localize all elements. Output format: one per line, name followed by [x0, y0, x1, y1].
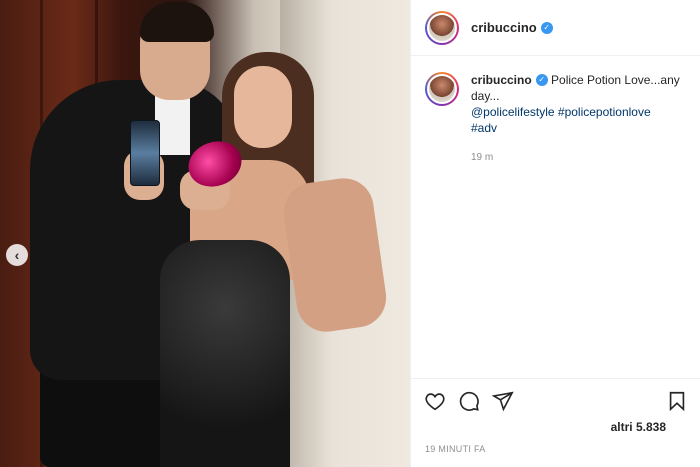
verified-badge-icon: ✓: [535, 73, 548, 86]
comment-icon[interactable]: [457, 389, 481, 413]
caption-text: cribuccino ✓ Police Potion Love...any day…: [471, 72, 681, 166]
heart-icon[interactable]: [423, 389, 447, 413]
posted-time[interactable]: 19 MINUTI FA: [425, 444, 486, 454]
tag-link[interactable]: @policelifestyle: [471, 105, 555, 119]
paper-plane-icon[interactable]: [491, 389, 515, 413]
caption-avatar[interactable]: [425, 72, 459, 106]
woman-face: [234, 66, 292, 148]
post-panel: cribuccino ✓ cribuccino ✓ Police Potion Lo…: [410, 0, 700, 467]
avatar[interactable]: [425, 10, 459, 45]
bookmark-icon[interactable]: [665, 389, 689, 413]
post-photo[interactable]: ‹: [0, 0, 410, 467]
tag-link[interactable]: #adv: [471, 121, 497, 135]
action-bar: [411, 378, 700, 414]
post-header: cribuccino ✓: [411, 0, 700, 56]
woman-dress: [160, 240, 290, 467]
caption-time[interactable]: 19 m: [471, 150, 681, 166]
caption-block: cribuccino ✓ Police Potion Love...any day…: [411, 56, 700, 166]
chevron-left-icon[interactable]: ‹: [6, 244, 28, 266]
caption-username[interactable]: cribuccino: [471, 73, 532, 87]
man-shirt: [155, 95, 190, 155]
avatar-image: [427, 74, 457, 104]
header-username[interactable]: cribuccino ✓: [471, 20, 553, 35]
verified-badge-icon: ✓: [540, 21, 553, 34]
likes-count[interactable]: altri 5.838: [611, 420, 666, 434]
tag-link[interactable]: #policepotionlove: [558, 105, 651, 119]
man-hair: [140, 2, 214, 42]
perfume-bottle-blue: [130, 120, 160, 186]
avatar-image: [427, 12, 457, 43]
username-text[interactable]: cribuccino: [471, 20, 537, 35]
